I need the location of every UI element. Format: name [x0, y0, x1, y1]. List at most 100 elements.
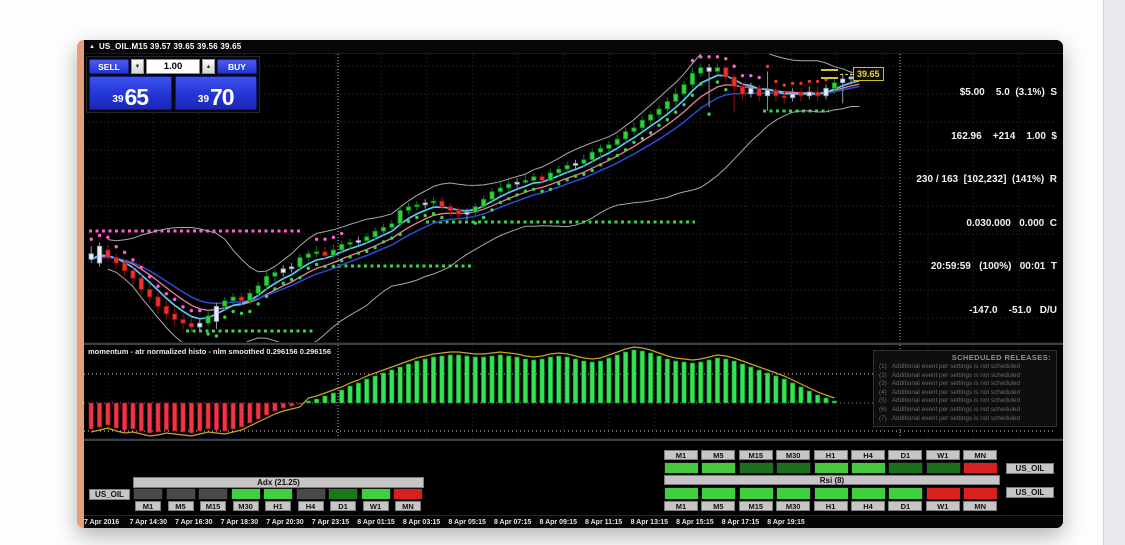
rsi-bottom-cell-D1	[888, 487, 924, 500]
price-label: 39.65	[853, 67, 884, 81]
bid-big-figure: 39	[112, 94, 124, 105]
rsi-top-timeframe-button-H1[interactable]: H1	[813, 450, 848, 460]
time-axis-label: 8 Apr 11:15	[585, 519, 623, 526]
time-axis-label: 7 Apr 14:30	[129, 519, 168, 526]
adx-timeframe-button-D1[interactable]: D1	[330, 501, 356, 511]
ask-big-figure: 39	[197, 94, 210, 105]
scheduled-release-item: (3) Additional event per settings is not…	[879, 380, 1021, 388]
rsi-top-timeframe-button-M15[interactable]: M15	[738, 450, 773, 460]
adx-timeframe-button-H1[interactable]: H1	[265, 501, 291, 511]
price-dash-line	[840, 73, 853, 75]
momentum-envelope-line	[91, 346, 835, 437]
adx-cell-MN	[393, 488, 423, 500]
adx-symbol-label: US_OIL	[89, 489, 130, 500]
adx-cell-M15	[198, 488, 228, 500]
time-axis-label: 7 Apr 2016	[84, 519, 120, 526]
rsi-top-cell-D1	[888, 462, 924, 474]
ma-trail-line	[91, 83, 860, 311]
time-axis-label: 8 Apr 03:15	[402, 519, 441, 526]
rsi-top-cell-H1	[813, 462, 849, 474]
time-axis-label: 8 Apr 19:15	[767, 519, 805, 526]
scheduled-releases-header: SCHEDULED RELEASES:	[951, 353, 1051, 362]
rsi-top-timeframe-button-MN[interactable]: MN	[963, 450, 998, 460]
adx-cell-H4	[295, 488, 326, 500]
buy-button[interactable]: BUY	[217, 59, 257, 74]
chart-title: US_OIL.M15 39.57 39.65 39.56 39.65	[98, 42, 242, 51]
collapse-triangle-icon[interactable]: ▲	[89, 44, 95, 50]
time-axis-label: 7 Apr 16:30	[175, 519, 213, 526]
status-line-drawup: -147.0 -51.0 D/U	[969, 304, 1057, 316]
ask-pips: 70	[210, 84, 235, 110]
order-lines-icon	[821, 69, 838, 79]
time-axis-label: 8 Apr 05:15	[448, 519, 486, 526]
time-axis-label: 7 Apr 18:30	[220, 519, 259, 526]
status-line-spread: $5.00 5.0 (3.1%) S	[959, 87, 1057, 98]
adx-cell-W1	[360, 488, 391, 500]
rsi-bottom-timeframe-button-M30[interactable]: M30	[776, 501, 811, 511]
momentum-indicator-pane: momentum - atr normalized histo - nlm sm…	[84, 345, 1063, 438]
adx-cell-H1	[263, 488, 293, 500]
adx-timeframe-button-W1[interactable]: W1	[362, 501, 389, 511]
rsi-bottom-cell-M1	[664, 487, 699, 500]
rsi-bottom-cell-H1	[813, 487, 849, 500]
adx-timeframe-button-H4[interactable]: H4	[297, 501, 324, 511]
rsi-top-timeframe-button-M5[interactable]: M5	[701, 450, 736, 460]
adx-cell-M5	[165, 488, 196, 500]
time-axis-label: 8 Apr 01:15	[357, 519, 395, 526]
sell-button[interactable]: SELL	[89, 59, 129, 74]
volume-decrease-button[interactable]: ▼	[131, 59, 144, 74]
rsi-bottom-cell-M15	[738, 487, 774, 500]
adx-timeframe-button-M15[interactable]: M15	[200, 501, 226, 511]
scheduled-release-item: (7) Additional event per settings is not…	[879, 414, 1021, 422]
time-axis-label: 7 Apr 20:30	[266, 519, 304, 526]
rsi-top-symbol-label: US_OIL	[1006, 463, 1054, 474]
rsi-bottom-cell-M5	[701, 487, 737, 500]
mt4-chart-window: ▲ US_OIL.M15 39.57 39.65 39.56 39.65 SEL…	[77, 40, 1063, 528]
multi-timeframe-panel: Adx (21.25) US_OIL M1 M5 M15 M30 H1 H4 D1 W1 MN …	[84, 441, 1063, 515]
rsi-bottom-cell-W1	[925, 487, 961, 500]
rsi-top-cell-M30	[776, 462, 812, 474]
rsi-top-cell-M1	[664, 462, 699, 474]
rsi-bottom-timeframe-button-H4[interactable]: H4	[851, 501, 885, 511]
scheduled-release-item: (4) Additional event per settings is not…	[879, 388, 1021, 396]
rsi-top-timeframe-button-D1[interactable]: D1	[888, 450, 923, 460]
adx-timeframe-button-M30[interactable]: M30	[232, 501, 259, 511]
current-price-marker: 39.65	[821, 66, 884, 82]
rsi-top-timeframe-button-W1[interactable]: W1	[925, 450, 960, 460]
rsi-bottom-symbol-label: US_OIL	[1006, 487, 1054, 498]
momentum-bars	[88, 349, 837, 434]
volume-increase-button[interactable]: ▲	[202, 59, 215, 74]
rsi-top-timeframe-button-M1[interactable]: M1	[664, 450, 698, 460]
bid-pips: 65	[124, 84, 150, 110]
account-status-overlay: $5.00 5.0 (3.1%) S 162.96 +214 1.00 $ 23…	[916, 57, 1057, 347]
rsi-bottom-timeframe-button-W1[interactable]: W1	[925, 501, 960, 511]
status-line-risk: 230 / 163 [102,232] (141%) R	[916, 174, 1057, 185]
adx-timeframe-button-M5[interactable]: M5	[167, 501, 194, 511]
rsi-top-cell-M15	[738, 462, 774, 474]
bid-quote-button[interactable]: 39 65	[89, 76, 172, 110]
rsi-top-cell-M5	[701, 462, 737, 474]
rsi-bottom-timeframe-button-M1[interactable]: M1	[664, 501, 698, 511]
adx-cell-M1	[133, 488, 163, 500]
chart-titlebar: ▲ US_OIL.M15 39.57 39.65 39.56 39.65	[84, 40, 1063, 54]
rsi-top-timeframe-button-H4[interactable]: H4	[851, 450, 885, 460]
adx-cell-M30	[230, 488, 261, 500]
rsi-bottom-timeframe-button-M15[interactable]: M15	[738, 501, 773, 511]
page-scrollbar-gutter	[1103, 0, 1125, 545]
rsi-top-timeframe-button-M30[interactable]: M30	[776, 450, 811, 460]
rsi-header: Rsi (8)	[664, 475, 1000, 485]
rsi-bottom-timeframe-button-D1[interactable]: D1	[888, 501, 923, 511]
rsi-top-cell-H4	[851, 462, 886, 474]
rsi-bottom-timeframe-button-MN[interactable]: MN	[963, 501, 998, 511]
ask-quote-button[interactable]: 39 70	[174, 76, 257, 110]
rsi-bottom-cell-MN	[963, 487, 999, 500]
rsi-bottom-timeframe-button-H1[interactable]: H1	[813, 501, 848, 511]
rsi-bottom-timeframe-button-M5[interactable]: M5	[701, 501, 736, 511]
time-axis: 7 Apr 2016 7 Apr 14:30 7 Apr 16:30 7 Apr 18…	[84, 515, 1063, 528]
volume-input[interactable]	[146, 59, 200, 74]
rsi-top-cell-MN	[963, 462, 999, 474]
ma-slow-line	[91, 85, 860, 305]
time-axis-label: 8 Apr 15:15	[676, 519, 714, 526]
adx-timeframe-button-M1[interactable]: M1	[135, 501, 161, 511]
adx-timeframe-button-MN[interactable]: MN	[395, 501, 421, 511]
